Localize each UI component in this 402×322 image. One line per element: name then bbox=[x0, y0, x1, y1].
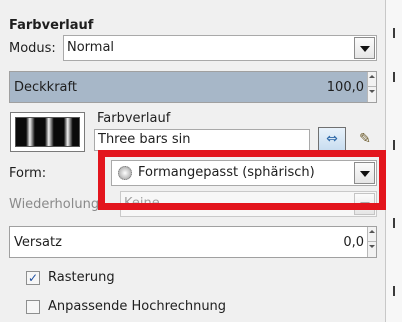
dithering-label: Rasterung bbox=[48, 270, 115, 285]
dithering-checkbox[interactable]: ✓ bbox=[26, 271, 40, 285]
mode-dropdown[interactable]: Normal bbox=[63, 35, 377, 61]
spin-down-icon[interactable] bbox=[367, 242, 376, 257]
gradient-swatch bbox=[15, 117, 80, 147]
offset-value: 0,0 bbox=[343, 235, 364, 250]
mode-dropdown-button[interactable] bbox=[354, 37, 375, 59]
offset-slider[interactable]: Versatz 0,0 bbox=[9, 226, 377, 258]
checkmark-icon: ✓ bbox=[27, 271, 39, 285]
opacity-value: 100,0 bbox=[326, 80, 364, 95]
reverse-gradient-button[interactable]: ⇔ bbox=[318, 127, 346, 151]
offset-label: Versatz bbox=[14, 235, 62, 250]
opacity-label: Deckkraft bbox=[14, 80, 77, 95]
mode-label: Modus: bbox=[9, 41, 56, 56]
gradient-label: Farbverlauf bbox=[97, 111, 171, 126]
spin-up-icon[interactable] bbox=[367, 227, 376, 242]
spin-down-icon[interactable] bbox=[367, 87, 376, 102]
pencil-icon: ✎ bbox=[359, 131, 371, 147]
chevron-down-icon bbox=[360, 46, 370, 52]
panel-title: Farbverlauf bbox=[9, 18, 94, 33]
spin-up-icon[interactable] bbox=[367, 72, 376, 87]
mode-value: Normal bbox=[67, 40, 115, 55]
gradient-name-value: Three bars sin bbox=[98, 132, 191, 147]
gradient-preview-button[interactable] bbox=[10, 112, 85, 152]
opacity-slider[interactable]: Deckkraft 100,0 bbox=[9, 71, 377, 103]
gradient-name-field[interactable]: Three bars sin bbox=[94, 129, 310, 151]
edit-gradient-button[interactable]: ✎ bbox=[353, 127, 377, 151]
repeat-label: Wiederholung: bbox=[9, 197, 104, 212]
shape-label: Form: bbox=[9, 166, 47, 181]
highlight-box bbox=[98, 150, 386, 210]
supersampling-checkbox[interactable] bbox=[26, 300, 40, 314]
side-ruler bbox=[386, 0, 402, 322]
swap-arrows-icon: ⇔ bbox=[326, 131, 338, 147]
supersampling-label: Anpassende Hochrechnung bbox=[48, 299, 227, 314]
